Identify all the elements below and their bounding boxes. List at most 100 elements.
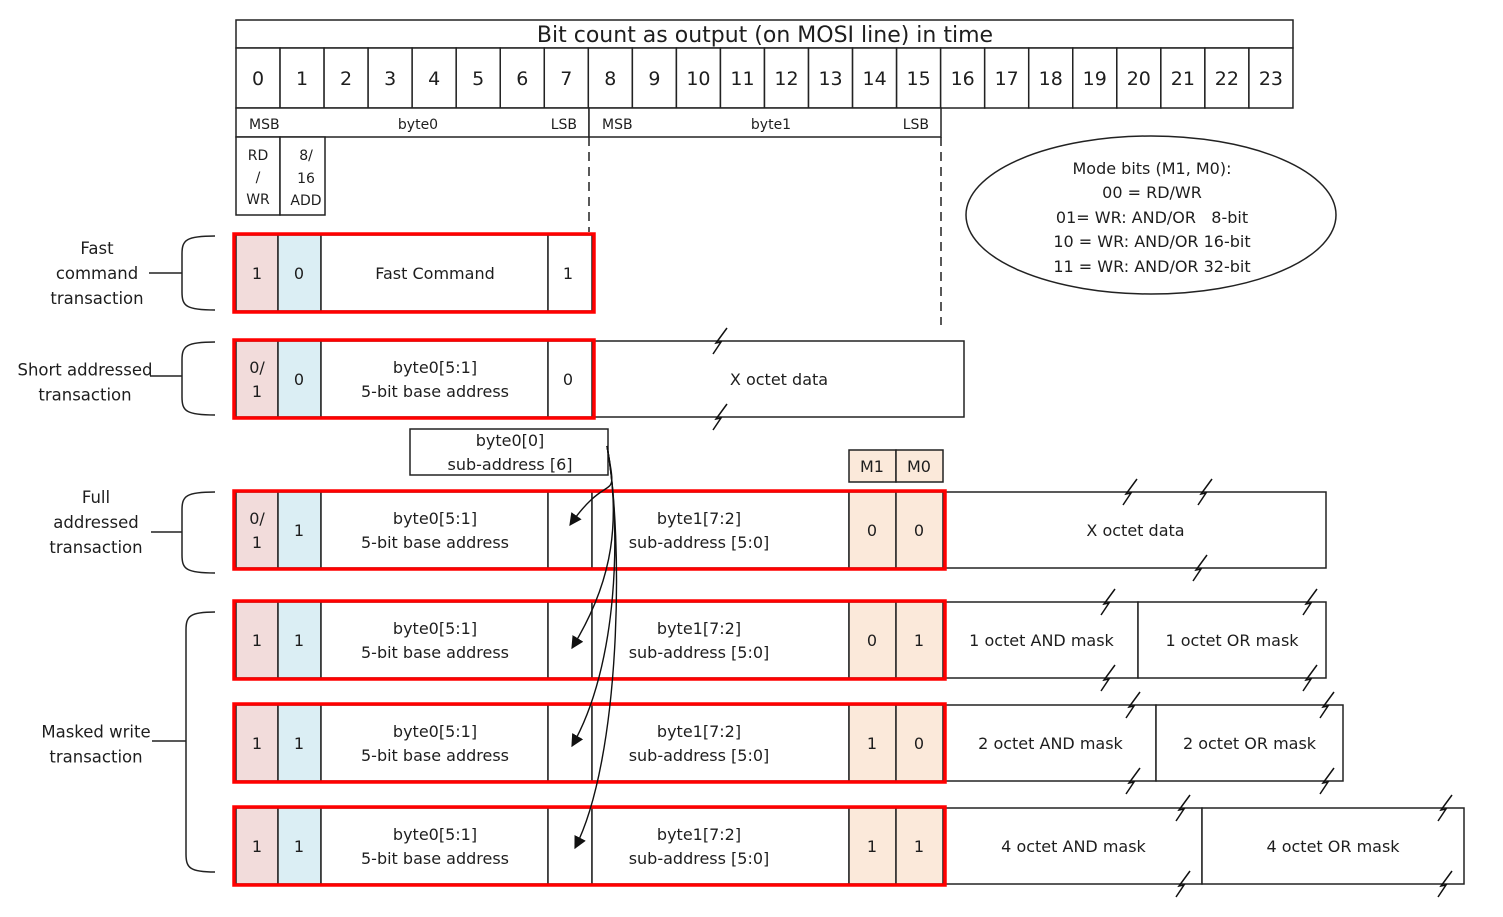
addr-legend-line: ADD bbox=[290, 193, 321, 209]
rdwr-bit-value: 1 bbox=[252, 382, 262, 401]
bit-number-label: 2 bbox=[340, 68, 352, 90]
sub-address-label: sub-address [5:0] bbox=[629, 643, 770, 662]
bit-number-label: 4 bbox=[428, 68, 440, 90]
transaction-row-full-addressed: X octet data 0/1 1 byte0[5:1] 5-bit base add… bbox=[232, 478, 1327, 582]
base-address-label: byte0[5:1] bbox=[393, 825, 477, 844]
addr-mode-bit-value: 0 bbox=[294, 370, 304, 389]
m1-bit-value: 0 bbox=[867, 521, 877, 540]
base-address-label: byte0[5:1] bbox=[393, 358, 477, 377]
data-field-label: 1 octet OR mask bbox=[1165, 631, 1299, 650]
byte0-lsb-cell bbox=[547, 704, 593, 782]
mode-bits-legend: Mode bits (M1, M0): 00 = RD/WR 01= WR: A… bbox=[965, 135, 1337, 295]
bit-number-label: 19 bbox=[1083, 68, 1107, 90]
transaction-row-masked-write-8: 1 octet AND mask 1 octet OR mask 1 1 byte0[5… bbox=[232, 588, 1327, 692]
addr-mode-bit-value: 0 bbox=[294, 264, 304, 283]
transaction-rows: 1 0 Fast Command 1 X octet data 0/1 0 byte0[5:1… bbox=[232, 232, 1465, 898]
bit-number-label: 18 bbox=[1039, 68, 1063, 90]
byte0-lsb-value: 0 bbox=[563, 370, 573, 389]
transaction-group: Masked write transaction bbox=[41, 611, 216, 873]
group-label: Fast bbox=[80, 239, 114, 258]
bit-number-label: 15 bbox=[907, 68, 931, 90]
sub-address-label: byte1[7:2] bbox=[657, 722, 741, 741]
group-brace bbox=[181, 341, 216, 416]
bit-number-label: 21 bbox=[1171, 68, 1195, 90]
byte0-msb-label: MSB bbox=[249, 117, 280, 133]
rdwr-bit-value: 1 bbox=[252, 631, 262, 650]
group-brace bbox=[181, 491, 216, 574]
base-address-label: Fast Command bbox=[375, 264, 494, 283]
rdwr-bit-value: 1 bbox=[252, 837, 262, 856]
data-field-label: X octet data bbox=[730, 370, 828, 389]
rdwr-bit-cell bbox=[235, 491, 279, 569]
spi-frame-diagram: Bit count as output (on MOSI line) in ti… bbox=[18, 19, 1465, 898]
rdwr-legend-line: RD bbox=[248, 148, 269, 164]
m0-bit-value: 0 bbox=[914, 521, 924, 540]
m0-bit-value: 1 bbox=[914, 837, 924, 856]
base-address-label: byte0[5:1] bbox=[393, 722, 477, 741]
base-address-label: 5-bit base address bbox=[361, 849, 509, 868]
sub-address-field bbox=[591, 601, 850, 679]
bit-number-label: 20 bbox=[1127, 68, 1151, 90]
base-address-field bbox=[320, 704, 549, 782]
mode-legend-line: 10 = WR: AND/OR 16-bit bbox=[1053, 232, 1250, 251]
rdwr-bit-value: 1 bbox=[252, 734, 262, 753]
byte0-lsb-cell bbox=[547, 807, 593, 885]
sub-address-field bbox=[591, 491, 850, 569]
byte1-lsb-label: LSB bbox=[903, 117, 929, 133]
bit-number-label: 16 bbox=[951, 68, 975, 90]
subaddr-note-line: byte0[0] bbox=[476, 431, 545, 450]
m1-bit-value: 1 bbox=[867, 734, 877, 753]
m0-header-label: M0 bbox=[907, 457, 931, 476]
bit-number-label: 10 bbox=[686, 68, 710, 90]
base-address-field bbox=[320, 340, 549, 418]
m1-bit-value: 0 bbox=[867, 631, 877, 650]
bit-number-label: 7 bbox=[560, 68, 572, 90]
subaddr-note-line: sub-address [6] bbox=[447, 455, 572, 474]
base-address-label: byte0[5:1] bbox=[393, 509, 477, 528]
mode-legend-line: 11 = WR: AND/OR 32-bit bbox=[1053, 257, 1250, 276]
base-address-field bbox=[320, 601, 549, 679]
transaction-groups: Fast command transaction Short addressed tra… bbox=[18, 235, 216, 873]
header-title: Bit count as output (on MOSI line) in ti… bbox=[537, 23, 993, 48]
data-field-label: 1 octet AND mask bbox=[969, 631, 1114, 650]
sub-address-field bbox=[591, 704, 850, 782]
sub-address-label: sub-address [5:0] bbox=[629, 849, 770, 868]
mode-legend-line: 01= WR: AND/OR 8-bit bbox=[1056, 208, 1248, 227]
addr-mode-bit-value: 1 bbox=[294, 521, 304, 540]
sub-address-label: sub-address [5:0] bbox=[629, 533, 770, 552]
byte-boundary-lines bbox=[588, 137, 942, 325]
sub-address-label: sub-address [5:0] bbox=[629, 746, 770, 765]
bit-number-label: 12 bbox=[774, 68, 798, 90]
transaction-group: Full addressed transaction bbox=[49, 488, 216, 574]
addr-mode-bit-value: 1 bbox=[294, 631, 304, 650]
byte0-name-label: byte0 bbox=[398, 117, 438, 133]
data-field-label: 2 octet AND mask bbox=[978, 734, 1123, 753]
rdwr-bit-value: 0/ bbox=[249, 509, 265, 528]
bit-number-label: 8 bbox=[604, 68, 616, 90]
rdwr-bit-cell bbox=[235, 340, 279, 418]
sub-address-label: byte1[7:2] bbox=[657, 619, 741, 638]
bit-number-label: 0 bbox=[252, 68, 264, 90]
rdwr-bit-value: 1 bbox=[252, 533, 262, 552]
byte1-msb-label: MSB bbox=[602, 117, 633, 133]
group-label: transaction bbox=[38, 386, 131, 405]
data-field-label: 2 octet OR mask bbox=[1183, 734, 1317, 753]
transaction-group: Fast command transaction bbox=[50, 235, 216, 311]
transaction-row-masked-write-32: 4 octet AND mask 4 octet OR mask 1 1 byte0[5… bbox=[232, 794, 1465, 898]
sub-address-label: byte1[7:2] bbox=[657, 825, 741, 844]
addr-legend-line: 8/ bbox=[299, 148, 313, 164]
bit-number-label: 22 bbox=[1215, 68, 1239, 90]
group-brace bbox=[185, 611, 216, 873]
byte1-name-label: byte1 bbox=[751, 117, 791, 133]
data-field-label: X octet data bbox=[1086, 521, 1184, 540]
mode-legend-line: 00 = RD/WR bbox=[1102, 183, 1202, 202]
base-address-label: byte0[5:1] bbox=[393, 619, 477, 638]
sub-address-field bbox=[591, 807, 850, 885]
base-address-field bbox=[320, 491, 549, 569]
transaction-group: Short addressed transaction bbox=[18, 341, 216, 416]
group-label: Short addressed bbox=[18, 361, 153, 380]
bit-count-header: Bit count as output (on MOSI line) in ti… bbox=[235, 19, 1294, 109]
mode-bits-header: M1 M0 bbox=[848, 449, 944, 483]
bit-number-label: 5 bbox=[472, 68, 484, 90]
bit-number-label: 23 bbox=[1259, 68, 1283, 90]
